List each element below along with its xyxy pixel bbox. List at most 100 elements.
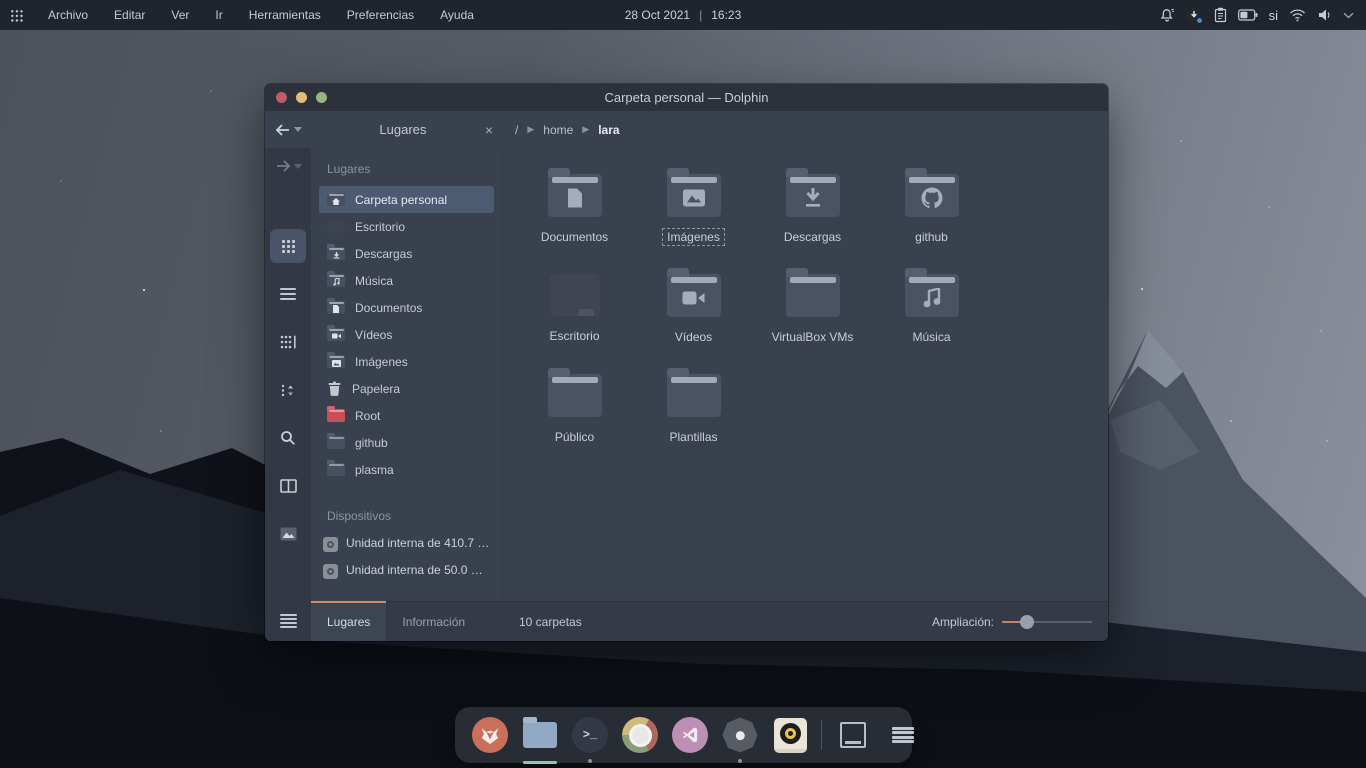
folder-label: VirtualBox VMs (767, 328, 859, 346)
hard-drive-icon (323, 564, 338, 579)
folder-view[interactable]: Documentos Imágenes Descargas github (503, 148, 1108, 601)
dock-terminal-button[interactable]: >_ (571, 712, 609, 758)
keyboard-layout-indicator[interactable]: si (1269, 8, 1278, 23)
dock-app-menu-button[interactable] (884, 712, 922, 758)
firefox-icon (472, 717, 508, 753)
sidebar-item-root[interactable]: Root (319, 402, 494, 429)
downloads-folder-icon (327, 247, 345, 260)
compact-view-button[interactable] (270, 325, 306, 359)
toolbar-row: Lugares × / ▶ home ▶ lara (265, 111, 1108, 148)
menu-ver[interactable]: Ver (158, 0, 202, 30)
icons-view-button[interactable] (270, 229, 306, 263)
notifications-icon[interactable] (1159, 7, 1175, 23)
places-panel: Lugares Carpeta personal Escritorio Desc… (311, 148, 503, 601)
back-button[interactable] (265, 123, 311, 137)
sidebar-item-documentos[interactable]: Documentos (319, 294, 494, 321)
updates-icon[interactable] (1186, 7, 1203, 24)
folder-musica[interactable]: Música (872, 264, 991, 364)
device-item-410[interactable]: Unidad interna de 410.7 … (319, 533, 494, 560)
close-panel-icon[interactable]: × (485, 123, 493, 137)
plain-folder-icon (548, 374, 602, 417)
folder-publico[interactable]: Público (515, 364, 634, 464)
preview-button[interactable] (270, 517, 306, 551)
place-label: plasma (355, 463, 394, 477)
sidebar-item-descargas[interactable]: Descargas (319, 240, 494, 267)
file-manager-icon (523, 722, 557, 748)
tab-lugares[interactable]: Lugares (311, 602, 386, 641)
folder-escritorio[interactable]: Escritorio (515, 264, 634, 364)
desktop-icon (327, 220, 345, 233)
back-history-chevron-icon (294, 127, 302, 132)
places-panel-header: Lugares × (311, 122, 503, 137)
folder-virtualbox-vms[interactable]: VirtualBox VMs (753, 264, 872, 364)
zoom-slider-handle[interactable] (1020, 615, 1034, 629)
dock-vscode-button[interactable] (671, 712, 709, 758)
folder-documentos[interactable]: Documentos (515, 164, 634, 264)
folder-descargas[interactable]: Descargas (753, 164, 872, 264)
menu-preferencias[interactable]: Preferencias (334, 0, 427, 30)
sidebar-item-github[interactable]: github (319, 429, 494, 456)
dock-separator (821, 720, 822, 750)
folder-github[interactable]: github (872, 164, 991, 264)
breadcrumb-root[interactable]: / (515, 123, 518, 137)
sidebar-item-papelera[interactable]: Papelera (319, 375, 494, 402)
running-indicator-dot (588, 759, 592, 763)
breadcrumb-current[interactable]: lara (598, 123, 619, 137)
folder-imagenes[interactable]: Imágenes (634, 164, 753, 264)
menu-editar[interactable]: Editar (101, 0, 158, 30)
tab-informacion[interactable]: Información (386, 602, 481, 641)
breadcrumb-arrow-icon: ▶ (582, 124, 589, 135)
menu-archivo[interactable]: Archivo (35, 0, 101, 30)
documents-folder-icon (548, 174, 602, 217)
menu-ayuda[interactable]: Ayuda (427, 0, 487, 30)
sidebar-item-imagenes[interactable]: Imágenes (319, 348, 494, 375)
zoom-slider[interactable] (1002, 615, 1092, 629)
menu-ir[interactable]: Ir (202, 0, 235, 30)
dock-chromium-button[interactable] (621, 712, 659, 758)
desktop-folder-icon (550, 274, 600, 316)
forward-button[interactable] (275, 159, 302, 173)
dolphin-window: Carpeta personal — Dolphin Lugares × / ▶… (265, 84, 1108, 641)
dock-firefox-button[interactable] (471, 712, 509, 758)
sidebar-item-carpeta-personal[interactable]: Carpeta personal (319, 186, 494, 213)
wifi-icon[interactable] (1289, 8, 1306, 22)
devices-section-label: Dispositivos (327, 509, 494, 523)
app-launcher-icon[interactable] (10, 9, 23, 22)
tray-expand-icon[interactable] (1343, 12, 1354, 19)
clipboard-icon[interactable] (1214, 7, 1227, 23)
details-view-button[interactable] (270, 277, 306, 311)
split-view-button[interactable] (270, 469, 306, 503)
sidebar-item-escritorio[interactable]: Escritorio (319, 213, 494, 240)
clock-time: 16:23 (711, 8, 741, 22)
breadcrumb-home[interactable]: home (543, 123, 573, 137)
dock-file-manager-button[interactable] (521, 712, 559, 758)
folder-videos[interactable]: Vídeos (634, 264, 753, 364)
clock[interactable]: 28 Oct 2021 | 16:23 (625, 8, 742, 22)
place-label: Papelera (352, 382, 400, 396)
dock-show-desktop-button[interactable] (834, 712, 872, 758)
split-view-icon (280, 479, 297, 493)
sidebar-item-musica[interactable]: Música (319, 267, 494, 294)
sidebar-item-plasma[interactable]: plasma (319, 456, 494, 483)
status-bar: Lugares Información 10 carpetas Ampliaci… (265, 601, 1108, 641)
folder-label: github (910, 228, 953, 246)
folder-label: Música (907, 328, 955, 346)
place-label: Imágenes (355, 355, 408, 369)
place-label: Escritorio (355, 220, 405, 234)
window-titlebar[interactable]: Carpeta personal — Dolphin (265, 84, 1108, 111)
dock-multimedia-button[interactable] (771, 712, 809, 758)
sort-button[interactable] (270, 373, 306, 407)
search-button[interactable] (270, 421, 306, 455)
folder-plantillas[interactable]: Plantillas (634, 364, 753, 464)
battery-icon[interactable] (1238, 9, 1258, 21)
device-item-50[interactable]: Unidad interna de 50.0 … (319, 560, 494, 587)
folder-icon (327, 463, 345, 476)
sort-icon (281, 383, 296, 398)
sidebar-item-videos[interactable]: Vídeos (319, 321, 494, 348)
github-folder-icon (905, 174, 959, 217)
dock-settings-button[interactable] (721, 712, 759, 758)
panel-menu-button[interactable] (265, 601, 311, 641)
details-view-icon (280, 288, 296, 300)
volume-icon[interactable] (1317, 8, 1332, 22)
menu-herramientas[interactable]: Herramientas (236, 0, 334, 30)
